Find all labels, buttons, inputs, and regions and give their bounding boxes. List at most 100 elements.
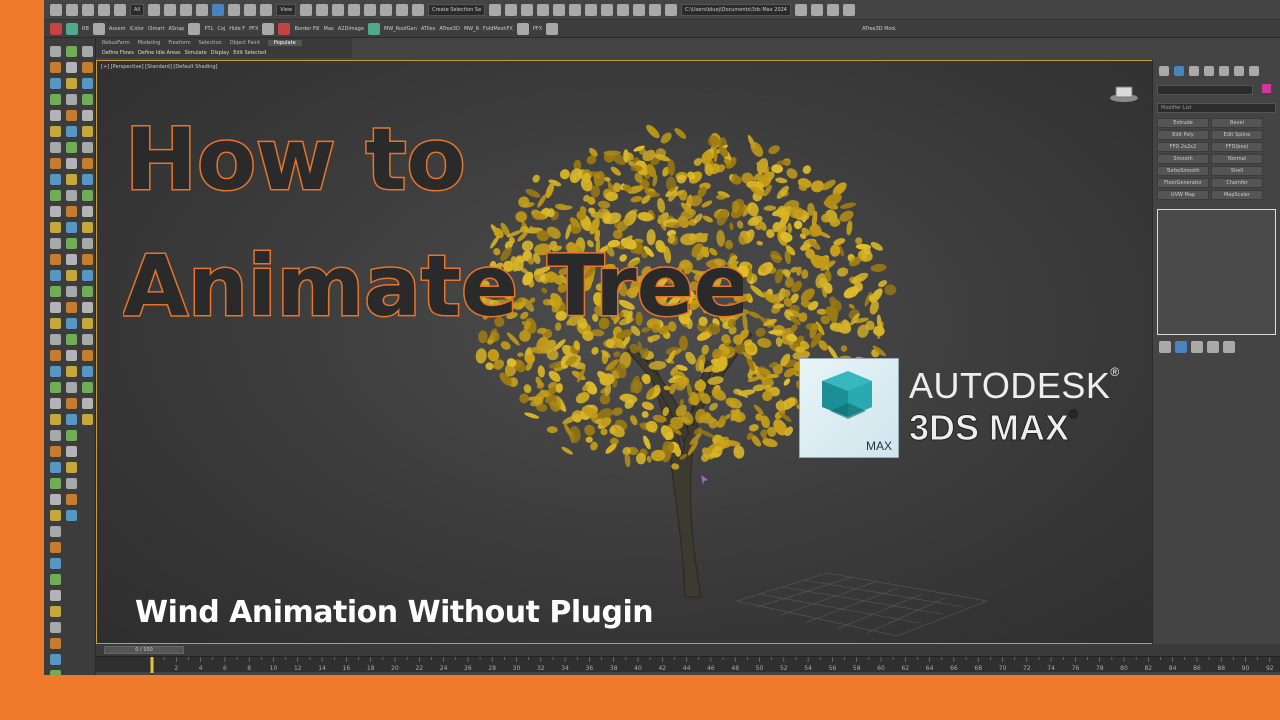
tool-icon[interactable]: [50, 366, 61, 377]
tool-icon[interactable]: [66, 126, 77, 137]
tool-icon[interactable]: [50, 110, 61, 121]
motion-tab-icon[interactable]: [1204, 66, 1214, 76]
tool-icon[interactable]: [82, 46, 93, 57]
toolbar-item-border-fill[interactable]: Border Fill: [294, 26, 319, 32]
tool-icon[interactable]: [82, 302, 93, 313]
tool-icon[interactable]: [50, 558, 61, 569]
tool-icon[interactable]: [82, 94, 93, 105]
tool-icon[interactable]: [50, 462, 61, 473]
tool-icon[interactable]: [82, 158, 93, 169]
modifier-button-bevel[interactable]: Bevel: [1211, 118, 1263, 128]
tool-icon[interactable]: [82, 254, 93, 265]
utilities-tab-icon[interactable]: [1234, 66, 1244, 76]
toolbar-item-max[interactable]: Max: [324, 26, 334, 32]
tool-icon[interactable]: [82, 110, 93, 121]
save-project-icon[interactable]: [811, 3, 823, 16]
tool-icon[interactable]: [50, 382, 61, 393]
select-manipulate-icon[interactable]: [316, 3, 329, 16]
tool-icon[interactable]: [50, 414, 61, 425]
tool-icon[interactable]: [50, 190, 61, 201]
curve-editor-icon[interactable]: [553, 3, 566, 16]
wrench-icon[interactable]: [1249, 66, 1259, 76]
modifier-button-ffd-2x2x2[interactable]: FFD 2x2x2: [1157, 142, 1209, 152]
snap-toggle-icon[interactable]: [348, 3, 361, 16]
tool-icon[interactable]: [66, 398, 77, 409]
tool-icon[interactable]: [66, 366, 77, 377]
tool-icon[interactable]: [82, 78, 93, 89]
tool-icon[interactable]: [50, 206, 61, 217]
move-icon[interactable]: [212, 3, 225, 16]
viewcube-icon[interactable]: [1109, 83, 1139, 103]
tool-icon[interactable]: [50, 126, 61, 137]
tool-icon[interactable]: [82, 318, 93, 329]
tool-icon[interactable]: [66, 270, 77, 281]
refresh-icon[interactable]: [546, 22, 559, 35]
tab-populate[interactable]: Populate: [267, 40, 302, 46]
define-flows-button[interactable]: Define Flows: [102, 50, 134, 56]
modifier-button-smooth[interactable]: Smooth: [1157, 154, 1209, 164]
record-icon[interactable]: [50, 22, 62, 35]
toolbar-item-ismart[interactable]: iSmart: [148, 26, 165, 32]
time-slider[interactable]: 0 / 100: [104, 646, 184, 654]
tool-icon[interactable]: [66, 478, 77, 489]
window-crossing-icon[interactable]: [196, 3, 209, 16]
modifier-button-floorgenerator[interactable]: FloorGenerator: [1157, 178, 1209, 188]
modifier-button-ffd-box[interactable]: FFD(box): [1211, 142, 1263, 152]
tool-icon[interactable]: [66, 174, 77, 185]
track-bar[interactable]: 0246810121416182022242628303234363840424…: [96, 656, 1280, 673]
tool-icon[interactable]: [50, 286, 61, 297]
toolbar-item-roofgen[interactable]: MW_RoofGen: [384, 26, 417, 32]
tool-icon[interactable]: [50, 94, 61, 105]
keyboard-shortcut-icon[interactable]: [332, 3, 345, 16]
tool-icon[interactable]: [50, 574, 61, 585]
tool-icon[interactable]: [82, 382, 93, 393]
tab-freeform[interactable]: Freeform: [168, 40, 190, 46]
undo-icon[interactable]: [50, 3, 62, 16]
tool-icon[interactable]: [66, 158, 77, 169]
create-tab-icon[interactable]: [1159, 66, 1169, 76]
toolbar-item-rb[interactable]: RB: [82, 26, 89, 32]
tab-modeling[interactable]: Modeling: [138, 40, 161, 46]
tool-icon[interactable]: [82, 62, 93, 73]
tool-icon[interactable]: [82, 350, 93, 361]
modifier-button-uvw-map[interactable]: UVW Map: [1157, 190, 1209, 200]
tool-icon[interactable]: [66, 382, 77, 393]
tool-icon[interactable]: [50, 446, 61, 457]
modifier-button-chamfer[interactable]: Chamfer: [1211, 178, 1263, 188]
modifier-list-dropdown[interactable]: Modifier List: [1157, 103, 1276, 113]
toolbar-item-pfx[interactable]: PFX: [249, 26, 258, 32]
tab-object-paint[interactable]: Object Paint: [230, 40, 260, 46]
tool-icon[interactable]: [50, 302, 61, 313]
pivot-icon[interactable]: [300, 3, 313, 16]
tool-icon[interactable]: [66, 430, 77, 441]
tool-icon[interactable]: [66, 254, 77, 265]
tool-icon[interactable]: [66, 494, 77, 505]
tool-icon[interactable]: [66, 414, 77, 425]
modify-tab-icon[interactable]: [1174, 66, 1184, 76]
tool-icon[interactable]: [50, 174, 61, 185]
render-cloud-icon[interactable]: [649, 3, 662, 16]
rotate-icon[interactable]: [228, 3, 241, 16]
tool-icon[interactable]: [66, 110, 77, 121]
tool-icon[interactable]: [50, 222, 61, 233]
layer-explorer-icon[interactable]: [521, 3, 534, 16]
tool-icon[interactable]: [66, 334, 77, 345]
select-object-icon[interactable]: [148, 3, 161, 16]
toolbar-item-atree3d-mod[interactable]: ATree3D Mod.: [862, 26, 896, 32]
spinner-snap-icon[interactable]: [396, 3, 409, 16]
tab-selection[interactable]: Selection: [199, 40, 222, 46]
tool-icon[interactable]: [82, 286, 93, 297]
edit-selected-button[interactable]: Edit Selected: [233, 50, 266, 56]
modifier-button-shell[interactable]: Shell: [1211, 166, 1263, 176]
rect-selection-icon[interactable]: [180, 3, 193, 16]
tool-icon[interactable]: [50, 638, 61, 649]
tool-icon[interactable]: [50, 622, 61, 633]
tool-icon[interactable]: [50, 478, 61, 489]
place-icon[interactable]: [260, 3, 273, 16]
folder-icon[interactable]: [827, 3, 839, 16]
material-editor-icon[interactable]: [585, 3, 598, 16]
toolbar-item-ptl[interactable]: PTL: [204, 26, 213, 32]
tool-icon[interactable]: [82, 398, 93, 409]
toggle-ribbon-icon[interactable]: [537, 3, 550, 16]
modifier-button-edit-poly[interactable]: Edit Poly: [1157, 130, 1209, 140]
